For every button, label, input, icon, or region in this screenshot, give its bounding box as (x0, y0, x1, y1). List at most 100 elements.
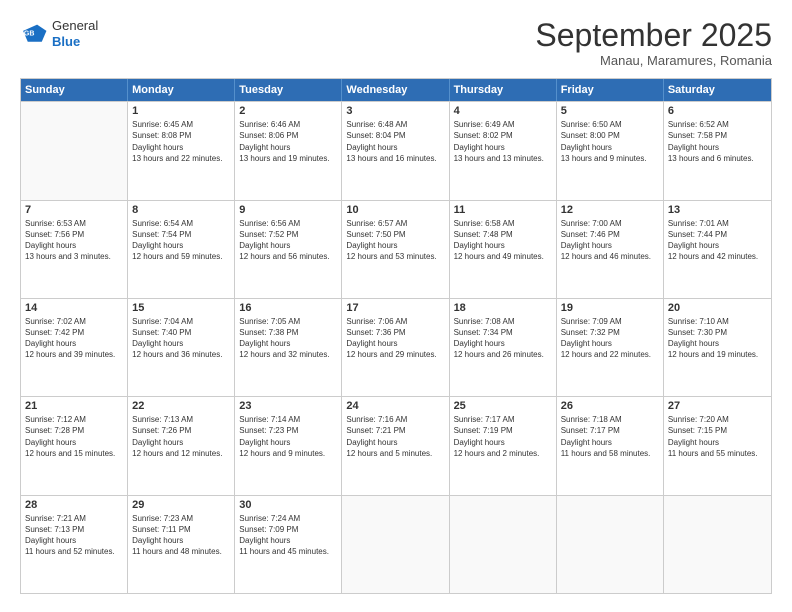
day-number: 28 (25, 499, 123, 511)
calendar-cell-4: 4 Sunrise: 6:49 AMSunset: 8:02 PMDaylight… (450, 102, 557, 199)
day-info: Sunrise: 6:46 AMSunset: 8:06 PMDaylight … (239, 119, 337, 164)
day-number: 16 (239, 302, 337, 314)
calendar-cell-18: 18 Sunrise: 7:08 AMSunset: 7:34 PMDayligh… (450, 299, 557, 396)
calendar-row-4: 28 Sunrise: 7:21 AMSunset: 7:13 PMDayligh… (21, 495, 771, 593)
logo-icon: GB (20, 20, 48, 48)
day-number: 22 (132, 400, 230, 412)
header-day-monday: Monday (128, 79, 235, 101)
header-day-friday: Friday (557, 79, 664, 101)
day-info: Sunrise: 7:21 AMSunset: 7:13 PMDaylight … (25, 513, 123, 558)
calendar-cell-empty-4-3 (342, 496, 449, 593)
day-info: Sunrise: 7:20 AMSunset: 7:15 PMDaylight … (668, 414, 767, 459)
logo: GB General Blue (20, 18, 98, 49)
calendar-cell-22: 22 Sunrise: 7:13 AMSunset: 7:26 PMDayligh… (128, 397, 235, 494)
calendar-header: SundayMondayTuesdayWednesdayThursdayFrid… (21, 79, 771, 101)
calendar-cell-11: 11 Sunrise: 6:58 AMSunset: 7:48 PMDayligh… (450, 201, 557, 298)
calendar: SundayMondayTuesdayWednesdayThursdayFrid… (20, 78, 772, 594)
day-number: 6 (668, 105, 767, 117)
day-number: 27 (668, 400, 767, 412)
title-block: September 2025 Manau, Maramures, Romania (535, 18, 772, 68)
day-number: 14 (25, 302, 123, 314)
header-day-tuesday: Tuesday (235, 79, 342, 101)
calendar-cell-9: 9Sunrise: 6:56 AMSunset: 7:52 PMDaylight… (235, 201, 342, 298)
day-info: Sunrise: 6:53 AMSunset: 7:56 PMDaylight … (25, 218, 123, 263)
day-number: 23 (239, 400, 337, 412)
calendar-cell-14: 14 Sunrise: 7:02 AMSunset: 7:42 PMDayligh… (21, 299, 128, 396)
calendar-cell-24: 24 Sunrise: 7:16 AMSunset: 7:21 PMDayligh… (342, 397, 449, 494)
calendar-cell-empty-4-5 (557, 496, 664, 593)
logo-text: General Blue (52, 18, 98, 49)
day-number: 26 (561, 400, 659, 412)
day-info: Sunrise: 7:06 AMSunset: 7:36 PMDaylight … (346, 316, 444, 361)
calendar-cell-3: 3 Sunrise: 6:48 AMSunset: 8:04 PMDaylight… (342, 102, 449, 199)
calendar-cell-19: 19Sunrise: 7:09 AMSunset: 7:32 PMDayligh… (557, 299, 664, 396)
day-info: Sunrise: 6:54 AMSunset: 7:54 PMDaylight … (132, 218, 230, 263)
day-info: Sunrise: 6:49 AMSunset: 8:02 PMDaylight … (454, 119, 552, 164)
calendar-cell-2: 2 Sunrise: 6:46 AMSunset: 8:06 PMDaylight… (235, 102, 342, 199)
month-title: September 2025 (535, 18, 772, 53)
day-info: Sunrise: 7:09 AMSunset: 7:32 PMDaylight … (561, 316, 659, 361)
day-info: Sunrise: 7:02 AMSunset: 7:42 PMDaylight … (25, 316, 123, 361)
day-number: 11 (454, 204, 552, 216)
calendar-cell-empty-0-0 (21, 102, 128, 199)
calendar-body: 1Sunrise: 6:45 AMSunset: 8:08 PMDaylight… (21, 101, 771, 593)
calendar-cell-26: 26 Sunrise: 7:18 AMSunset: 7:17 PMDayligh… (557, 397, 664, 494)
calendar-cell-1: 1Sunrise: 6:45 AMSunset: 8:08 PMDaylight… (128, 102, 235, 199)
day-number: 4 (454, 105, 552, 117)
calendar-cell-6: 6 Sunrise: 6:52 AMSunset: 7:58 PMDaylight… (664, 102, 771, 199)
day-info: Sunrise: 6:48 AMSunset: 8:04 PMDaylight … (346, 119, 444, 164)
day-number: 8 (132, 204, 230, 216)
day-info: Sunrise: 7:05 AMSunset: 7:38 PMDaylight … (239, 316, 337, 361)
calendar-cell-20: 20 Sunrise: 7:10 AMSunset: 7:30 PMDayligh… (664, 299, 771, 396)
day-info: Sunrise: 7:16 AMSunset: 7:21 PMDaylight … (346, 414, 444, 459)
day-info: Sunrise: 7:17 AMSunset: 7:19 PMDaylight … (454, 414, 552, 459)
day-number: 24 (346, 400, 444, 412)
day-info: Sunrise: 6:57 AMSunset: 7:50 PMDaylight … (346, 218, 444, 263)
day-number: 25 (454, 400, 552, 412)
calendar-cell-empty-4-6 (664, 496, 771, 593)
day-info: Sunrise: 7:24 AMSunset: 7:09 PMDaylight … (239, 513, 337, 558)
calendar-cell-27: 27 Sunrise: 7:20 AMSunset: 7:15 PMDayligh… (664, 397, 771, 494)
calendar-cell-23: 23 Sunrise: 7:14 AMSunset: 7:23 PMDayligh… (235, 397, 342, 494)
calendar-row-0: 1Sunrise: 6:45 AMSunset: 8:08 PMDaylight… (21, 101, 771, 199)
day-number: 30 (239, 499, 337, 511)
calendar-cell-12: 12Sunrise: 7:00 AMSunset: 7:46 PMDayligh… (557, 201, 664, 298)
calendar-cell-13: 13 Sunrise: 7:01 AMSunset: 7:44 PMDayligh… (664, 201, 771, 298)
day-info: Sunrise: 6:52 AMSunset: 7:58 PMDaylight … (668, 119, 767, 164)
calendar-cell-5: 5 Sunrise: 6:50 AMSunset: 8:00 PMDaylight… (557, 102, 664, 199)
day-info: Sunrise: 6:56 AMSunset: 7:52 PMDaylight … (239, 218, 337, 263)
day-number: 10 (346, 204, 444, 216)
calendar-row-3: 21Sunrise: 7:12 AMSunset: 7:28 PMDayligh… (21, 396, 771, 494)
day-info: Sunrise: 7:13 AMSunset: 7:26 PMDaylight … (132, 414, 230, 459)
logo-general: General (52, 18, 98, 34)
day-info: Sunrise: 7:04 AMSunset: 7:40 PMDaylight … (132, 316, 230, 361)
header-day-sunday: Sunday (21, 79, 128, 101)
day-number: 20 (668, 302, 767, 314)
day-info: Sunrise: 7:01 AMSunset: 7:44 PMDaylight … (668, 218, 767, 263)
day-info: Sunrise: 7:10 AMSunset: 7:30 PMDaylight … (668, 316, 767, 361)
day-number: 18 (454, 302, 552, 314)
calendar-cell-7: 7Sunrise: 6:53 AMSunset: 7:56 PMDaylight… (21, 201, 128, 298)
svg-text:GB: GB (24, 30, 35, 37)
calendar-cell-29: 29Sunrise: 7:23 AMSunset: 7:11 PMDayligh… (128, 496, 235, 593)
day-info: Sunrise: 7:18 AMSunset: 7:17 PMDaylight … (561, 414, 659, 459)
day-number: 29 (132, 499, 230, 511)
day-number: 3 (346, 105, 444, 117)
day-info: Sunrise: 7:14 AMSunset: 7:23 PMDaylight … (239, 414, 337, 459)
calendar-cell-28: 28 Sunrise: 7:21 AMSunset: 7:13 PMDayligh… (21, 496, 128, 593)
header-day-thursday: Thursday (450, 79, 557, 101)
day-info: Sunrise: 7:08 AMSunset: 7:34 PMDaylight … (454, 316, 552, 361)
calendar-cell-16: 16 Sunrise: 7:05 AMSunset: 7:38 PMDayligh… (235, 299, 342, 396)
day-number: 2 (239, 105, 337, 117)
day-number: 1 (132, 105, 230, 117)
calendar-row-1: 7Sunrise: 6:53 AMSunset: 7:56 PMDaylight… (21, 200, 771, 298)
header-day-wednesday: Wednesday (342, 79, 449, 101)
day-info: Sunrise: 6:50 AMSunset: 8:00 PMDaylight … (561, 119, 659, 164)
header-day-saturday: Saturday (664, 79, 771, 101)
day-number: 13 (668, 204, 767, 216)
calendar-cell-21: 21Sunrise: 7:12 AMSunset: 7:28 PMDayligh… (21, 397, 128, 494)
day-number: 21 (25, 400, 123, 412)
day-number: 5 (561, 105, 659, 117)
day-info: Sunrise: 6:58 AMSunset: 7:48 PMDaylight … (454, 218, 552, 263)
logo-blue: Blue (52, 34, 98, 50)
